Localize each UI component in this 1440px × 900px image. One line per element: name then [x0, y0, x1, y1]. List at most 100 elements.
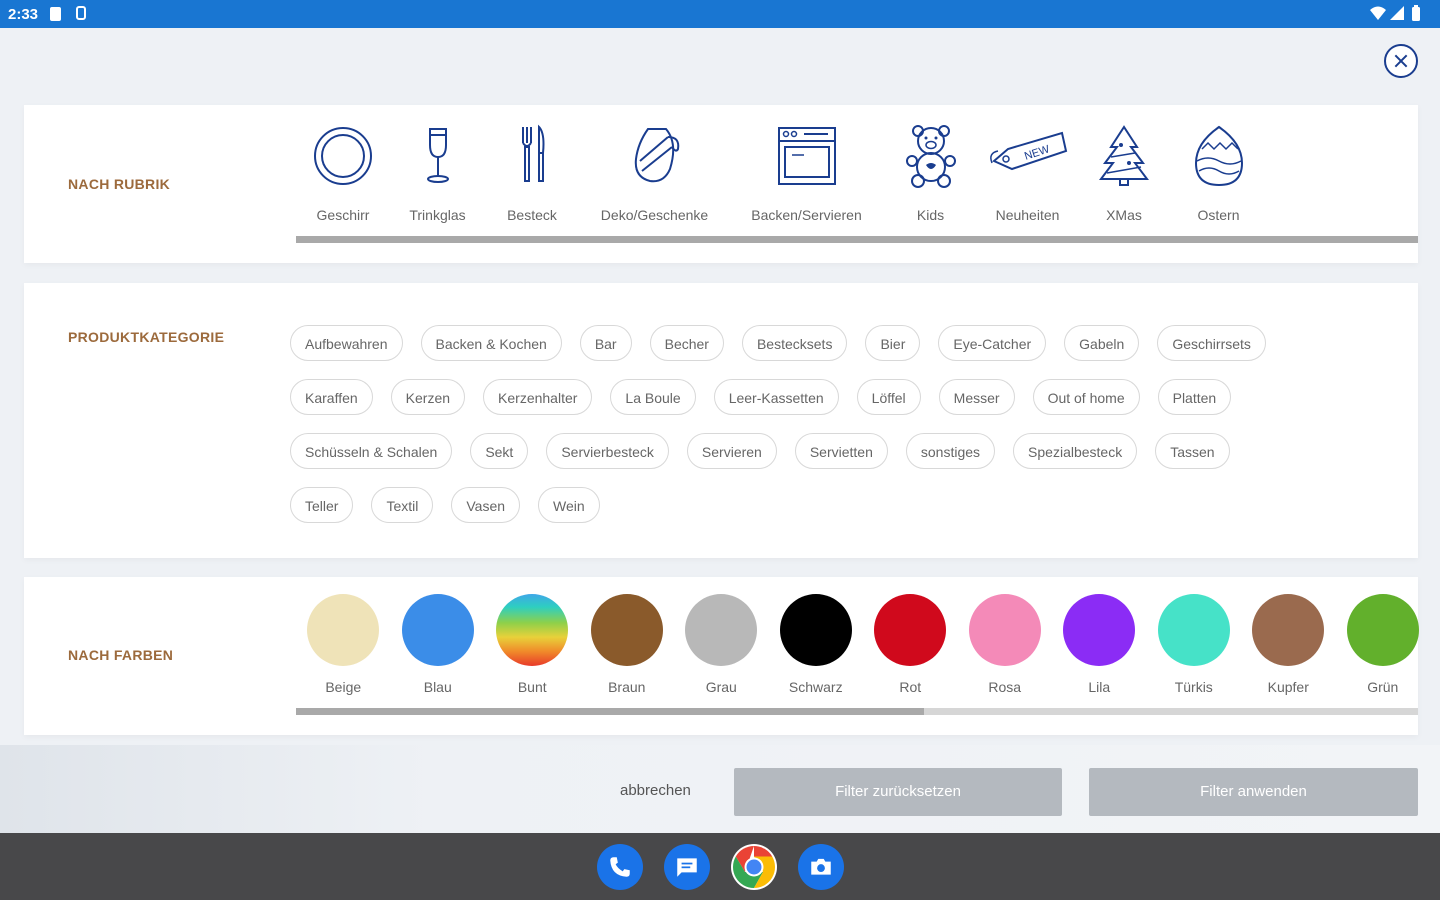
navigation-bar [0, 833, 1440, 900]
christmas-tree-icon [1099, 125, 1149, 186]
rubrik-item-deko[interactable]: Deko/Geschenke [579, 123, 730, 223]
kategorie-panel: PRODUKTKATEGORIE Aufbewahren Backen & Koc… [24, 283, 1418, 558]
rubrik-panel: NACH RUBRIK Geschirr Trinkglas Besteck D… [24, 105, 1418, 263]
category-chip[interactable]: Bestecksets [741, 325, 848, 361]
category-chip[interactable]: La Boule [610, 379, 696, 415]
color-option[interactable]: Grün [1336, 594, 1431, 695]
rubrik-list: Geschirr Trinkglas Besteck Deko/Geschenk… [296, 123, 1266, 223]
apply-filter-button[interactable]: Filter anwenden [1089, 768, 1418, 816]
category-chip[interactable]: Servietten [794, 433, 888, 469]
rubrik-label: Ostern [1197, 207, 1240, 223]
color-label: Schwarz [788, 679, 843, 695]
category-chip[interactable]: Aufbewahren [290, 325, 403, 361]
rubrik-label: Trinkglas [409, 207, 466, 223]
color-swatch-list: Beige Blau Bunt Braun Grau Schwarz Rot Rosa Lila… [296, 594, 1430, 695]
category-chip[interactable]: Löffel [856, 379, 921, 415]
category-chip[interactable]: Gabeln [1064, 325, 1140, 361]
camera-icon[interactable] [798, 844, 844, 890]
rubrik-label: Deko/Geschenke [600, 207, 709, 223]
color-option[interactable]: Grau [674, 594, 769, 695]
category-chip[interactable]: Textil [371, 487, 434, 523]
category-chip[interactable]: Platten [1157, 379, 1232, 415]
category-chip[interactable]: sonstiges [905, 433, 996, 469]
cancel-button[interactable]: abbrechen [620, 782, 691, 799]
category-chip[interactable]: Schüsseln & Schalen [290, 433, 453, 469]
category-chip[interactable]: Out of home [1032, 379, 1140, 415]
color-option[interactable]: Lila [1052, 594, 1147, 695]
color-label: Grau [705, 679, 737, 695]
color-option[interactable]: Schwarz [769, 594, 864, 695]
wine-glass-icon [426, 128, 449, 183]
color-option[interactable]: Rot [863, 594, 958, 695]
color-label: Blau [423, 679, 452, 695]
phone-icon[interactable] [597, 844, 643, 890]
rubrik-item-trinkglas[interactable]: Trinkglas [390, 123, 485, 223]
color-option[interactable]: Türkis [1147, 594, 1242, 695]
category-chip[interactable]: Becher [649, 325, 724, 361]
category-chip[interactable]: Sekt [470, 433, 529, 469]
category-chip[interactable]: Kerzen [390, 379, 466, 415]
rubrik-scrollbar[interactable] [296, 236, 1418, 243]
color-swatch [968, 594, 1041, 666]
rubrik-item-besteck[interactable]: Besteck [485, 123, 579, 223]
color-swatch [1346, 594, 1419, 666]
teddy-bear-icon [905, 125, 956, 188]
color-label: Grün [1367, 679, 1399, 695]
rubrik-label: Backen/Servieren [751, 207, 862, 223]
rubrik-scrollbar-thumb[interactable] [296, 236, 1418, 243]
status-time: 2:33 [8, 6, 39, 23]
color-label: Kupfer [1267, 679, 1309, 695]
farben-scrollbar-thumb[interactable] [296, 708, 925, 715]
easter-egg-icon [1194, 125, 1243, 187]
color-swatch [1252, 594, 1325, 666]
category-chip[interactable]: Geschirrsets [1157, 325, 1266, 361]
color-option[interactable]: Braun [580, 594, 675, 695]
new-tag-icon: NEW [989, 131, 1067, 171]
category-chip[interactable]: Eye-Catcher [938, 325, 1047, 361]
color-option[interactable]: Bunt [485, 594, 580, 695]
category-chip[interactable]: Messer [938, 379, 1015, 415]
category-chip[interactable]: Tassen [1155, 433, 1230, 469]
category-chip[interactable]: Kerzenhalter [483, 379, 593, 415]
color-option[interactable]: Blau [391, 594, 486, 695]
category-chip[interactable]: Servierbesteck [546, 433, 669, 469]
rubrik-title: NACH RUBRIK [68, 176, 171, 192]
rubrik-item-kids[interactable]: Kids [883, 123, 978, 223]
chip-row: Aufbewahren Backen & Kochen Bar Becher Beste… [290, 325, 1400, 379]
rubrik-item-neuheiten[interactable]: NEW Neuheiten [978, 123, 1077, 223]
color-swatch [401, 594, 474, 666]
sd-card-icon [50, 7, 61, 21]
category-chip[interactable]: Wein [538, 487, 600, 523]
color-swatch [1157, 594, 1230, 666]
color-label: Beige [325, 679, 362, 695]
category-chip[interactable]: Karaffen [290, 379, 373, 415]
rubrik-label: Geschirr [316, 207, 370, 223]
close-button[interactable] [1384, 44, 1418, 78]
rubrik-item-geschirr[interactable]: Geschirr [296, 123, 390, 223]
chrome-icon[interactable] [731, 844, 777, 890]
rubrik-item-ostern[interactable]: Ostern [1171, 123, 1266, 223]
category-chip[interactable]: Teller [290, 487, 354, 523]
color-label: Bunt [517, 679, 547, 695]
color-swatch [590, 594, 663, 666]
plate-icon [314, 127, 372, 185]
color-option[interactable]: Rosa [958, 594, 1053, 695]
color-swatch [496, 594, 569, 666]
category-chip[interactable]: Backen & Kochen [420, 325, 562, 361]
rubrik-item-backen[interactable]: Backen/Servieren [730, 123, 883, 223]
color-option[interactable]: Beige [296, 594, 391, 695]
reset-filter-button[interactable]: Filter zurücksetzen [734, 768, 1062, 816]
category-chip[interactable]: Vasen [451, 487, 521, 523]
category-chip[interactable]: Leer-Kassetten [713, 379, 839, 415]
category-chip[interactable]: Spezialbesteck [1013, 433, 1138, 469]
color-swatch [1063, 594, 1136, 666]
category-chip[interactable]: Bier [865, 325, 921, 361]
rubrik-item-xmas[interactable]: XMas [1077, 123, 1171, 223]
category-chip[interactable]: Bar [579, 325, 632, 361]
farben-scrollbar[interactable] [296, 708, 1418, 715]
messages-icon[interactable] [664, 844, 710, 890]
chip-row: Karaffen Kerzen Kerzenhalter La Boule Leer-K… [290, 379, 1400, 433]
color-swatch [874, 594, 947, 666]
color-option[interactable]: Kupfer [1241, 594, 1336, 695]
category-chip[interactable]: Servieren [686, 433, 777, 469]
